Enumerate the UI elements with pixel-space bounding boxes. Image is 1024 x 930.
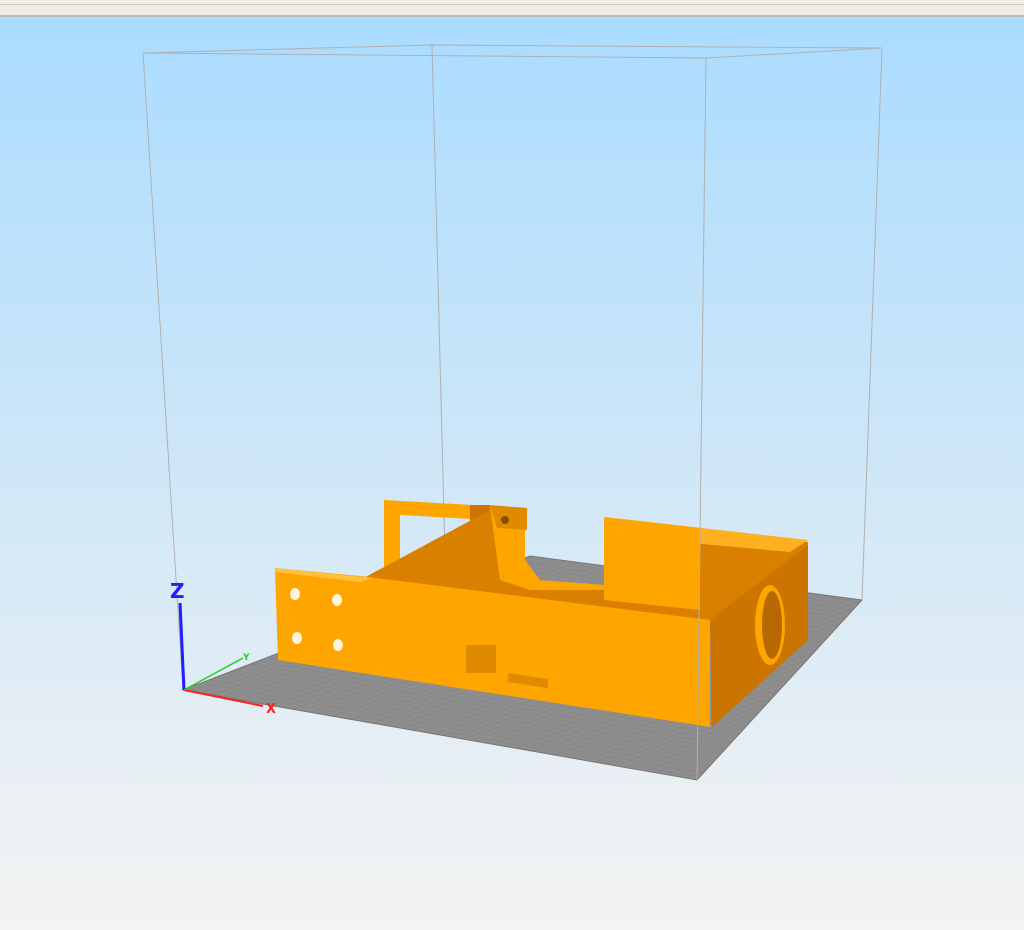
z-axis-label: Z (170, 579, 185, 603)
3d-viewport[interactable]: Z X Y (0, 17, 1024, 930)
scene: Z X Y (142, 44, 883, 781)
title-bar (0, 0, 1024, 17)
x-axis-label: X (266, 702, 276, 717)
z-axis (178, 602, 186, 691)
divider (0, 4, 1024, 5)
y-axis-label: Y (242, 653, 250, 663)
